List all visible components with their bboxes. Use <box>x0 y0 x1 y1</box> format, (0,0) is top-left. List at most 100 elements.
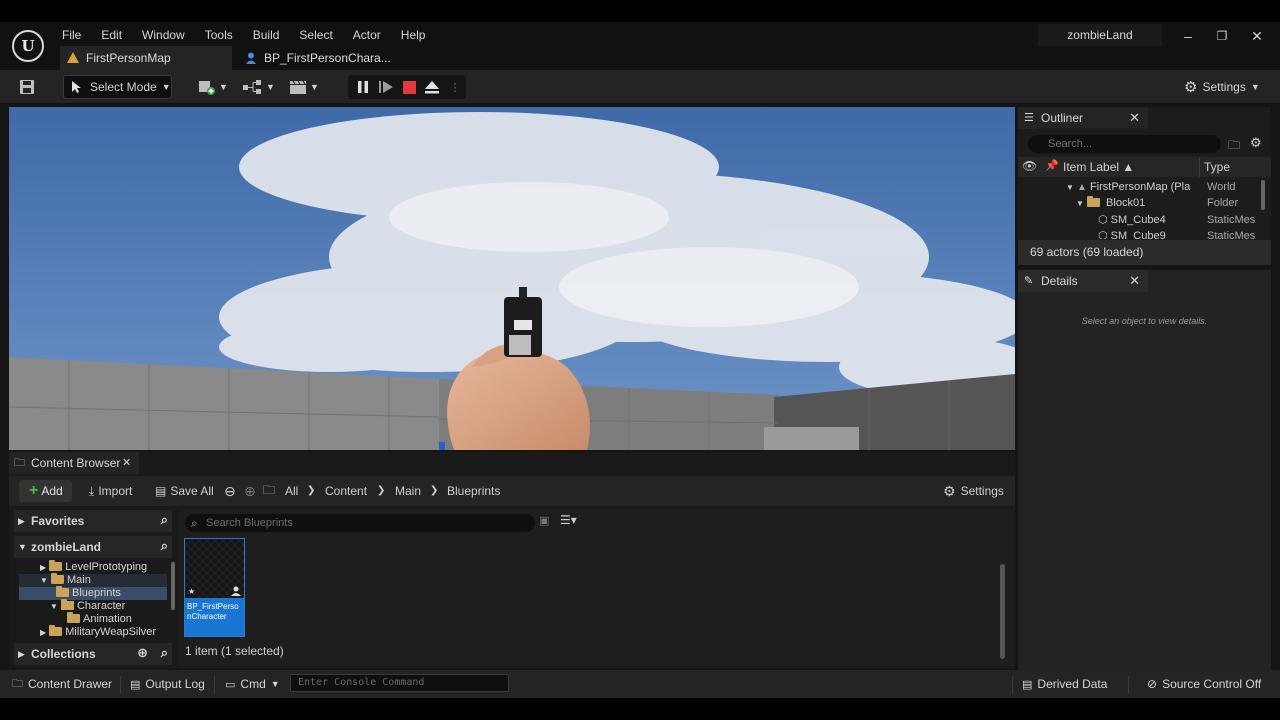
close-icon[interactable]: ✕ <box>1129 270 1140 292</box>
collections-section[interactable]: ▶ Collections ⊕ ⌕ <box>14 643 172 665</box>
tree-item-animation[interactable]: Animation <box>67 612 132 626</box>
asset-search-input[interactable]: ⌕ Search Blueprints <box>185 514 535 532</box>
folder-icon <box>1086 196 1100 207</box>
favorites-section[interactable]: ▶ Favorites ⌕ <box>14 510 172 532</box>
add-collection-icon[interactable]: ⊕ <box>137 642 148 664</box>
content-drawer-button[interactable]: 🗀 Content Drawer <box>12 674 112 694</box>
tree-row-actor[interactable]: ⬡ SM_Cube4 <box>1098 212 1166 228</box>
breadcrumb-all[interactable]: All <box>285 480 298 502</box>
stop-button[interactable] <box>398 75 420 99</box>
import-icon: ⤓ <box>89 483 95 498</box>
content-browser-toolbar: + Add ⤓ Import ▤ Save All ⊖ ⊕ 🗀 All ❯ Co… <box>9 476 1015 506</box>
asset-tile-bp-firstpersoncharacter[interactable]: ★ BP_FirstPersonCharacter <box>184 538 245 637</box>
console-placeholder: Enter Console Command <box>298 677 425 688</box>
item-label-column-header[interactable]: Item Label ▲ <box>1063 160 1134 174</box>
folder-icon: 🗀 <box>263 482 276 497</box>
chevron-down-icon: ▼ <box>270 679 280 689</box>
tab-bp-firstpersoncharacter[interactable]: BP_FirstPersonChara... • <box>238 46 398 89</box>
visibility-eye-icon[interactable]: 👁 <box>1022 159 1037 173</box>
settings-button[interactable]: ⚙ Settings ▼ <box>1184 75 1260 99</box>
chevron-down-icon: ▼ <box>1250 82 1260 92</box>
chevron-down-icon: ▼ <box>1066 183 1074 192</box>
tree-item-blueprints[interactable]: Blueprints <box>19 586 167 600</box>
cmd-dropdown[interactable]: ▭ Cmd ▼ <box>225 674 280 694</box>
menu-bar: File Edit Window Tools Build Select Acto… <box>60 25 443 45</box>
console-input[interactable]: Enter Console Command <box>290 674 509 692</box>
menu-help[interactable]: Help <box>399 25 436 45</box>
menu-window[interactable]: Window <box>140 25 195 45</box>
tree-item-character[interactable]: ▼ Character <box>50 599 125 613</box>
details-tab[interactable]: ✎ Details ✕ <box>1018 270 1148 292</box>
close-icon[interactable]: ✕ <box>122 452 131 474</box>
search-icon[interactable]: ⌕ <box>161 642 168 664</box>
search-icon[interactable]: ⌕ <box>161 535 168 557</box>
add-folder-icon[interactable]: 🗀 <box>1228 136 1240 157</box>
play-options-icon[interactable]: ⋮ <box>444 75 466 99</box>
tree-row-actor[interactable]: ⬡ SM_Cube9 <box>1098 228 1166 239</box>
blueprint-menu-button[interactable]: ▼ <box>243 75 275 99</box>
save-search-icon[interactable]: ▣ <box>539 514 549 527</box>
menu-tools[interactable]: Tools <box>203 25 243 45</box>
select-mode-dropdown[interactable]: Select Mode ▼ <box>63 75 172 99</box>
menu-select[interactable]: Select <box>297 25 342 45</box>
asset-scrollbar[interactable] <box>1000 564 1005 659</box>
pin-icon[interactable]: 📌 <box>1045 159 1059 172</box>
chevron-down-icon: ▼ <box>50 602 58 611</box>
tree-item-militaryweapsilver[interactable]: ▶ MilitaryWeapSilver <box>40 625 156 639</box>
menu-actor[interactable]: Actor <box>351 25 391 45</box>
pause-icon <box>358 81 368 93</box>
eject-button[interactable] <box>421 75 443 99</box>
menu-edit[interactable]: Edit <box>99 25 132 45</box>
content-browser-tab[interactable]: 🗀 Content Browser ✕ <box>9 452 139 474</box>
back-icon[interactable]: ⊖ <box>224 480 236 502</box>
derived-data-button[interactable]: ▤ Derived Data <box>1022 674 1107 694</box>
tree-row-folder[interactable]: ▼ Block01 <box>1076 195 1145 211</box>
breadcrumb-content[interactable]: Content <box>325 480 367 502</box>
tree-label: LevelPrototyping <box>65 561 148 573</box>
output-log-button[interactable]: ▤ Output Log <box>130 674 205 694</box>
pause-button[interactable] <box>352 75 374 99</box>
breadcrumb-blueprints[interactable]: Blueprints <box>447 480 500 502</box>
gear-icon[interactable]: ⚙ <box>1250 135 1262 151</box>
save-all-button[interactable]: ▤ Save All <box>155 480 214 502</box>
add-button[interactable]: + Add <box>19 480 72 502</box>
chevron-down-icon: ▼ <box>310 82 319 92</box>
type-column-header[interactable]: Type <box>1204 160 1230 174</box>
restore-icon[interactable]: ❐ <box>1209 26 1235 46</box>
search-icon[interactable]: ⌕ <box>161 509 168 531</box>
chevron-right-icon: ▶ <box>40 628 47 637</box>
add-actor-button[interactable]: ▼ <box>198 75 228 99</box>
minimize-icon[interactable]: – <box>1175 26 1201 46</box>
tree-scrollbar[interactable] <box>171 562 175 610</box>
tree-row-world[interactable]: ▼ ▲ FirstPersonMap (Pla <box>1066 179 1190 195</box>
outliner-scrollbar[interactable] <box>1261 180 1265 210</box>
import-button[interactable]: ⤓ Import <box>89 480 132 502</box>
filter-icon[interactable]: ☰▾ <box>560 513 577 527</box>
details-panel: ✎ Details ✕ Select an object to view det… <box>1018 270 1271 696</box>
breadcrumb-main[interactable]: Main <box>395 480 421 502</box>
terminal-icon: ▭ <box>225 678 236 691</box>
source-control-button[interactable]: ⊘ Source Control Off <box>1147 674 1261 694</box>
unreal-logo-icon[interactable]: U <box>12 30 44 62</box>
title-bar: U File Edit Window Tools Build Select Ac… <box>0 22 1280 89</box>
drawer-icon: 🗀 <box>12 677 23 690</box>
forward-icon[interactable]: ⊕ <box>244 480 256 502</box>
play-controls: ⋮ <box>348 75 466 99</box>
close-icon[interactable]: ✕ <box>1129 107 1140 129</box>
tab-firstpersonmap[interactable]: FirstPersonMap <box>60 46 232 70</box>
menu-file[interactable]: File <box>60 25 91 45</box>
save-icon: ▤ <box>155 484 167 498</box>
tree-item-main[interactable]: ▼ Main <box>19 573 167 587</box>
menu-build[interactable]: Build <box>251 25 290 45</box>
outliner-search-input[interactable]: Search... <box>1028 135 1221 153</box>
level-viewport[interactable] <box>9 107 1015 450</box>
outliner-tab[interactable]: ☰ Outliner ✕ <box>1018 107 1148 129</box>
cinematics-menu-button[interactable]: ▼ <box>289 75 319 99</box>
chevron-down-icon: ▼ <box>40 576 48 585</box>
project-section[interactable]: ▼ zombieLand ⌕ <box>14 536 172 558</box>
map-icon: ▲ <box>1076 182 1087 193</box>
content-settings-button[interactable]: ⚙ Settings <box>943 480 1004 502</box>
close-window-icon[interactable]: ✕ <box>1244 26 1270 46</box>
advance-frame-button[interactable] <box>375 75 397 99</box>
save-icon[interactable] <box>19 75 35 99</box>
